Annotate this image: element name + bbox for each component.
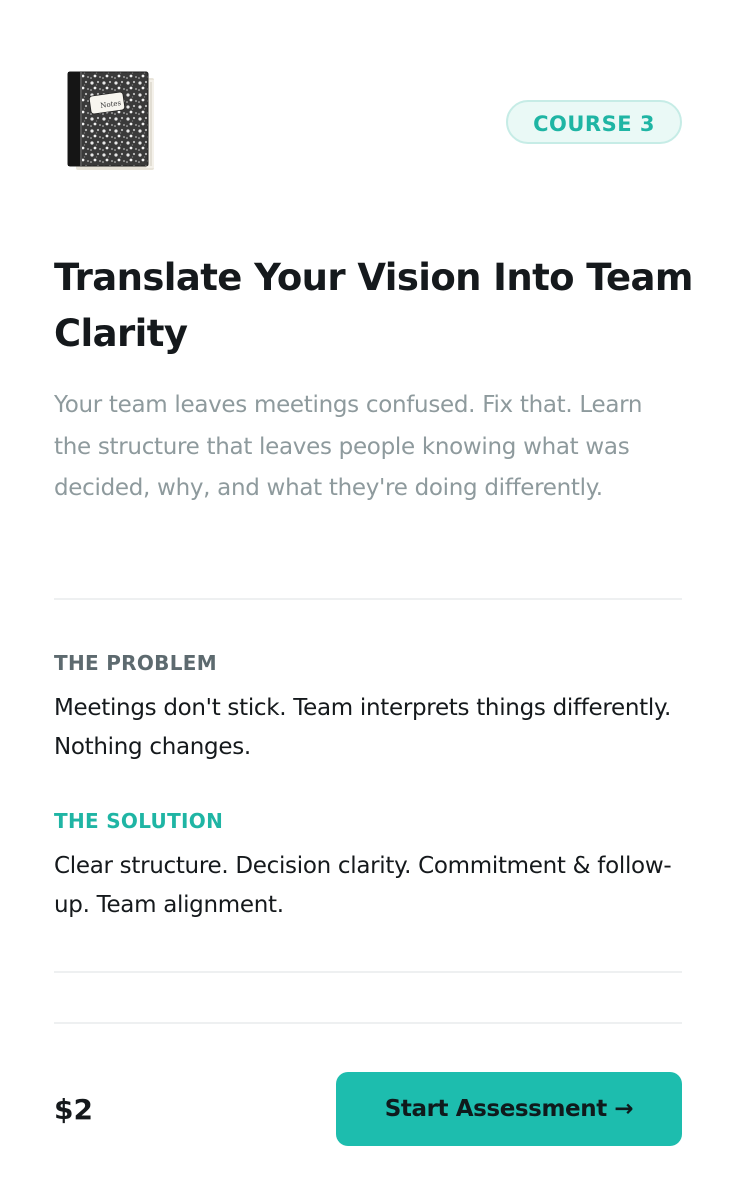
course-badge: COURSE 3: [506, 100, 682, 144]
solution-label: THE SOLUTION: [54, 809, 224, 833]
course-title: Translate Your Vision Into Team Clarity: [54, 256, 693, 355]
start-assessment-button[interactable]: Start Assessment →: [336, 1072, 682, 1146]
problem-label: THE PROBLEM: [54, 651, 217, 675]
card-header: Notes COURSE 3: [54, 66, 682, 176]
divider: [54, 1022, 682, 1024]
problem-text: Meetings don't stick. Team interprets th…: [54, 695, 672, 760]
divider: [54, 598, 682, 600]
solution-text: Clear structure. Decision clarity. Commi…: [54, 853, 672, 918]
notebook-icon: Notes: [67, 71, 154, 170]
course-description: Your team leaves meetings confused. Fix …: [54, 392, 643, 501]
price: $2: [54, 1093, 93, 1126]
divider: [54, 971, 682, 973]
course-card: Notes COURSE 3 Translate Your Vision Int…: [0, 0, 744, 1184]
